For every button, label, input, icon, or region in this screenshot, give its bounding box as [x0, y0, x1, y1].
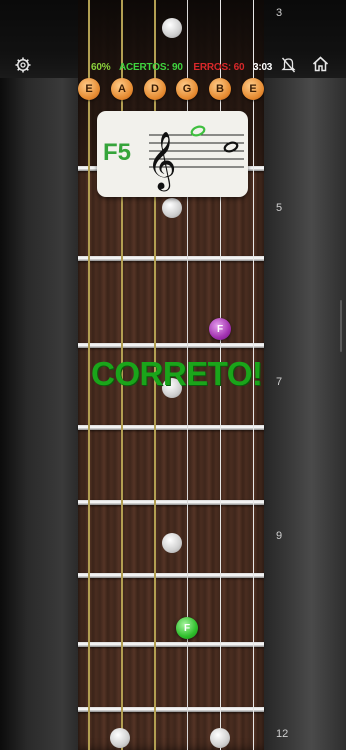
- fret-number: 7: [276, 376, 283, 388]
- feedback-message: CORRETO!: [91, 355, 263, 392]
- home-icon[interactable]: [312, 56, 329, 76]
- staff-notation: 𝄞: [147, 125, 244, 192]
- string-head-e-low[interactable]: E: [78, 78, 100, 100]
- fret-number: 9: [276, 530, 283, 542]
- fret-inlay: [110, 728, 130, 748]
- accuracy-percentage: 60%: [91, 62, 111, 73]
- fret-number: 3: [276, 7, 283, 19]
- fret-wire: [78, 573, 264, 578]
- treble-clef-icon: 𝄞: [147, 131, 177, 192]
- correct-note-marker[interactable]: F: [176, 617, 198, 639]
- fret-number: 12: [276, 728, 289, 740]
- fret-wire: [78, 425, 264, 430]
- string-head-e-high[interactable]: E: [242, 78, 264, 100]
- timer: 3:03: [252, 62, 273, 73]
- misses-count: ERROS: 60: [193, 62, 245, 73]
- gear-icon[interactable]: [15, 57, 31, 77]
- note-card: F5 𝄞: [97, 111, 248, 197]
- fret-inlay: [162, 18, 182, 38]
- string-head-b[interactable]: B: [209, 78, 231, 100]
- fret-inlay: [162, 198, 182, 218]
- selected-note-marker[interactable]: F: [209, 318, 231, 340]
- fret-wire: [78, 500, 264, 505]
- fret-wire: [78, 343, 264, 348]
- hits-count: ACERTOS: 90: [119, 62, 183, 73]
- bell-slash-icon[interactable]: [281, 56, 296, 77]
- string-low-e[interactable]: [88, 0, 90, 750]
- string-head-g[interactable]: G: [176, 78, 198, 100]
- fret-wire: [78, 256, 264, 261]
- string-head-d[interactable]: D: [144, 78, 166, 100]
- fret-wire: [78, 707, 264, 712]
- fret-inlay: [210, 728, 230, 748]
- scroll-indicator[interactable]: [340, 300, 342, 352]
- string-head-a[interactable]: A: [111, 78, 133, 100]
- fret-wire: [78, 642, 264, 647]
- fret-inlay: [162, 533, 182, 553]
- score-stats: 60% ACERTOS: 90 ERROS: 60 3:03: [91, 62, 272, 73]
- fret-number: 5: [276, 202, 283, 214]
